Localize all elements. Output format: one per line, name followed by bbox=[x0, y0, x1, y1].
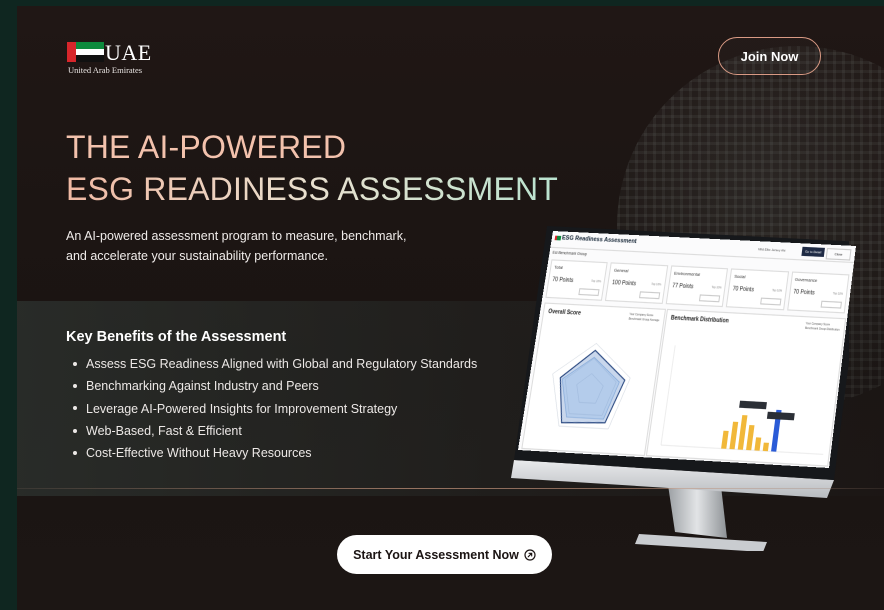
benefit-text: Benchmarking Against Industry and Peers bbox=[86, 379, 319, 394]
benefit-item: Leverage AI-Powered Insights for Improve… bbox=[73, 398, 477, 420]
go-detail-button: Go to Detail bbox=[801, 246, 825, 257]
distribution-chart bbox=[647, 310, 845, 465]
uae-flag-icon bbox=[554, 235, 562, 241]
card-name: Total bbox=[553, 264, 564, 271]
join-now-button[interactable]: Join Now bbox=[718, 37, 821, 75]
benefit-item: Web-Based, Fast & Efficient bbox=[73, 420, 477, 442]
card-points: 70 Points bbox=[732, 285, 755, 294]
bullet-icon bbox=[73, 384, 77, 388]
landing-frame: UAE United Arab Emirates Join Now THE AI… bbox=[17, 6, 884, 610]
card-name: Environmental bbox=[673, 270, 701, 278]
benchmark-group-label: Esi Benchmark Group bbox=[552, 250, 588, 257]
score-card: Social 70 Points Top 10% bbox=[725, 268, 789, 311]
score-card: General 100 Points Top 10% bbox=[605, 262, 669, 304]
benefits-title: Key Benefits of the Assessment bbox=[66, 329, 287, 345]
uae-flag-icon bbox=[67, 42, 104, 62]
benefit-item: Assess ESG Readiness Aligned with Global… bbox=[73, 353, 477, 375]
card-tag: Top 10% bbox=[771, 288, 783, 293]
card-points: 77 Points bbox=[671, 282, 694, 291]
benefit-item: Cost-Effective Without Heavy Resources bbox=[73, 442, 477, 464]
user-name: Mild Elite Jersey Ahi bbox=[757, 246, 786, 253]
benefit-text: Leverage AI-Powered Insights for Improve… bbox=[86, 401, 398, 416]
benefit-text: Cost-Effective Without Heavy Resources bbox=[86, 446, 312, 461]
card-tag: Top 10% bbox=[832, 292, 844, 296]
card-select bbox=[638, 291, 661, 300]
card-name: Governance bbox=[794, 276, 818, 284]
card-points: 70 Points bbox=[792, 288, 816, 297]
start-assessment-button[interactable]: Start Your Assessment Now bbox=[337, 535, 552, 574]
dashboard-title: ESG Readiness Assessment bbox=[561, 234, 638, 246]
card-points: 70 Points bbox=[551, 276, 574, 285]
card-select bbox=[699, 294, 721, 303]
monitor-mockup: ESG Readiness Assessment Mild Elite Jers… bbox=[489, 216, 856, 551]
card-select bbox=[820, 300, 843, 309]
benefit-text: Web-Based, Fast & Efficient bbox=[86, 423, 242, 438]
bullet-icon bbox=[73, 361, 77, 366]
start-assessment-label: Start Your Assessment Now bbox=[353, 547, 519, 562]
hero-intro: An AI-powered assessment program to meas… bbox=[66, 229, 407, 263]
bullet-icon bbox=[73, 406, 77, 411]
card-name: General bbox=[613, 267, 629, 274]
benefit-text: Assess ESG Readiness Aligned with Global… bbox=[86, 357, 478, 371]
benchmark-distribution-panel: Benchmark Distribution Your Company Scor… bbox=[645, 308, 847, 467]
logo-word: UAE bbox=[105, 40, 152, 65]
card-tag: Top 10% bbox=[591, 279, 602, 284]
score-card: Governance 70 Points Top 10% bbox=[786, 271, 850, 314]
benefits-list: Assess ESG Readiness Aligned with Global… bbox=[73, 353, 477, 464]
card-points: 100 Points bbox=[611, 279, 637, 288]
card-tag: Top 10% bbox=[651, 282, 662, 287]
bullet-icon bbox=[73, 428, 77, 433]
hero-title-line2: ESG READINESS ASSESSMENT bbox=[66, 168, 558, 210]
hero-title: THE AI-POWERED ESG READINESS ASSESSMENT bbox=[66, 126, 558, 210]
hero-title-line1: THE AI-POWERED bbox=[66, 129, 347, 165]
card-tag: Top 10% bbox=[711, 285, 722, 290]
score-card: Total 70 Points Top 10% bbox=[545, 259, 609, 301]
card-name: Social bbox=[733, 273, 746, 280]
score-card: Environmental 77 Points Top 10% bbox=[665, 265, 729, 308]
card-select bbox=[759, 297, 782, 306]
dashboard-screen: ESG Readiness Assessment Mild Elite Jers… bbox=[517, 231, 856, 468]
logo-subtitle: United Arab Emirates bbox=[68, 65, 143, 75]
radar-chart bbox=[522, 304, 664, 455]
card-select bbox=[578, 288, 600, 297]
benefit-item: Benchmarking Against Industry and Peers bbox=[73, 375, 477, 397]
circle-arrow-icon bbox=[524, 548, 536, 561]
close-button: Close bbox=[825, 247, 852, 261]
section-divider bbox=[17, 488, 884, 489]
uae-logo[interactable]: UAE United Arab Emirates bbox=[67, 40, 177, 80]
bullet-icon bbox=[73, 450, 77, 455]
overall-score-panel: Overall Score Your Company Score Benchma… bbox=[521, 302, 667, 457]
